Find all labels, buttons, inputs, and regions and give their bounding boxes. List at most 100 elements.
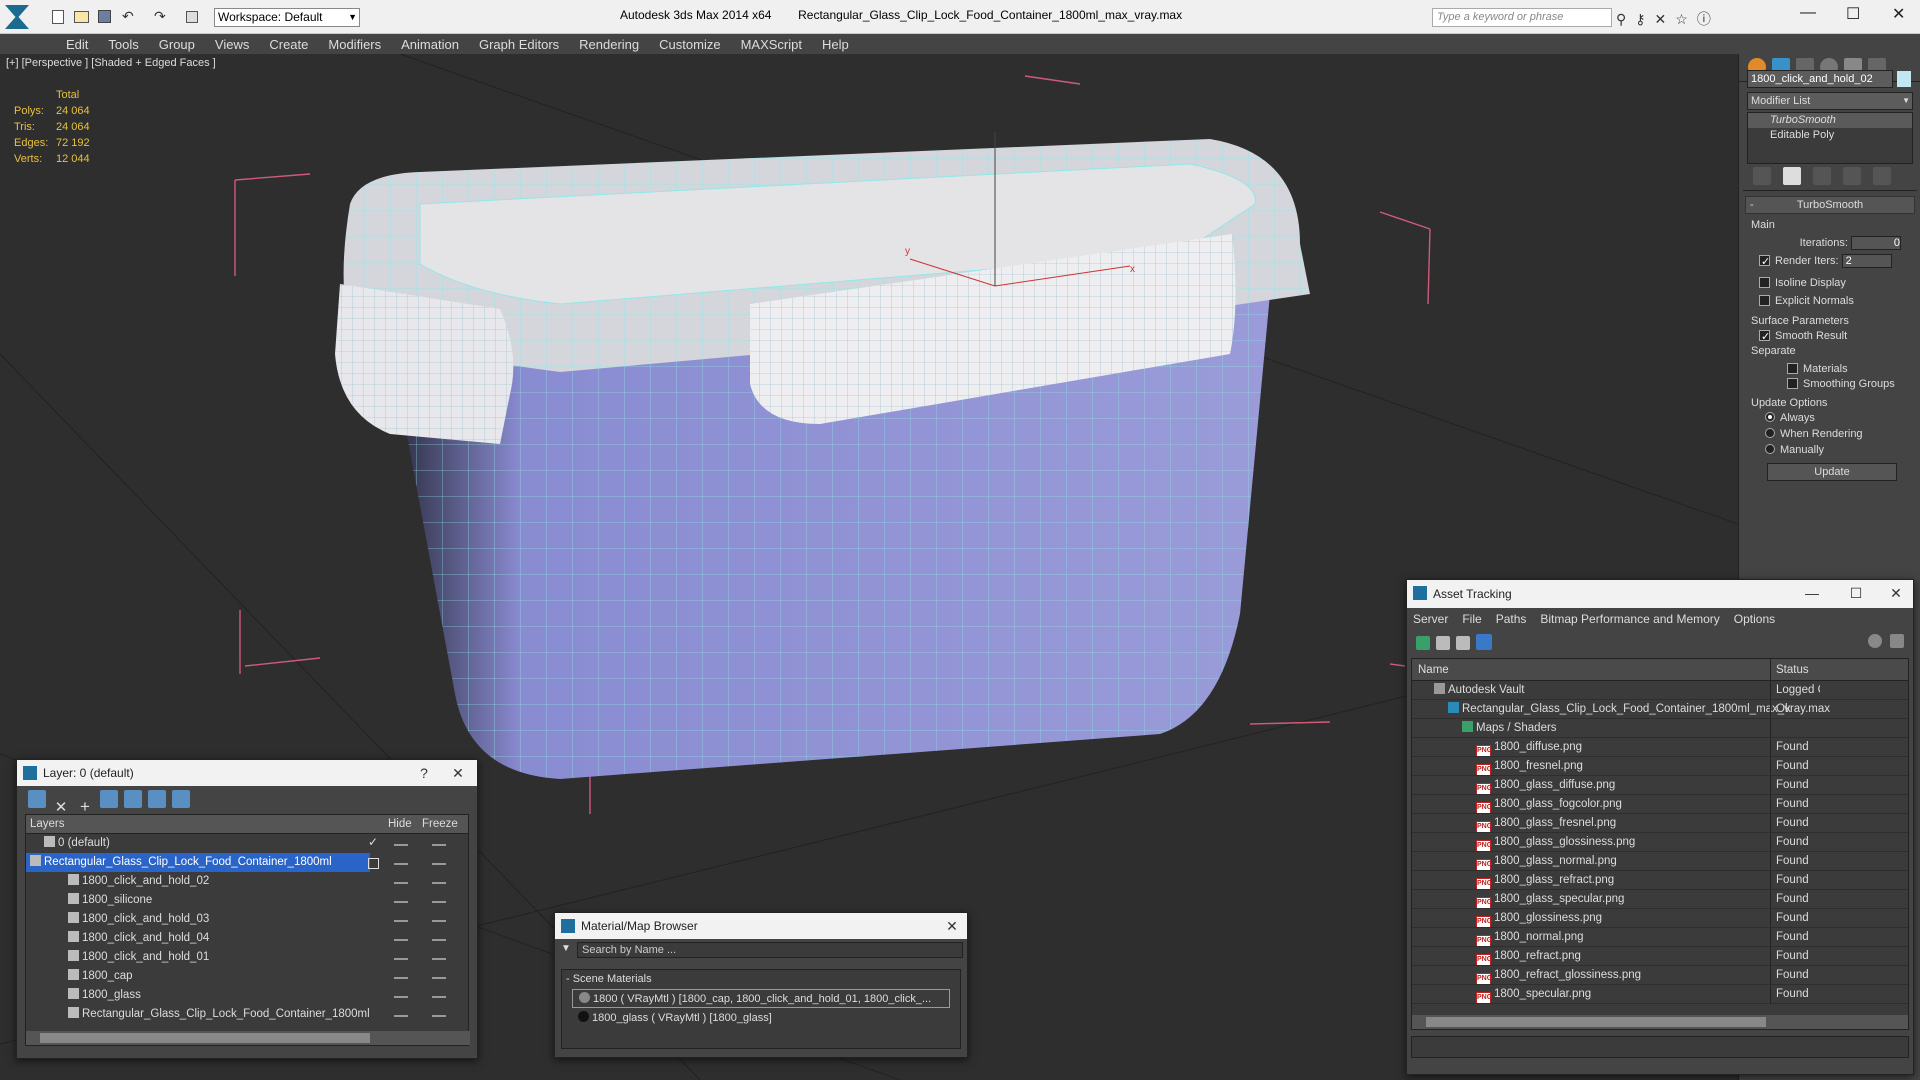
asset-row[interactable]: PNG 1800_glass_specular.png Found — [1412, 890, 1908, 909]
asset-row[interactable]: Maps / Shaders — [1412, 719, 1908, 738]
freeze-toggle[interactable] — [432, 844, 446, 846]
explicit-normals-checkbox[interactable] — [1759, 295, 1770, 306]
current-layer-check-icon[interactable]: ✓ — [368, 835, 378, 849]
asset-row[interactable]: PNG 1800_glass_diffuse.png Found — [1412, 776, 1908, 795]
asset-menu-options[interactable]: Options — [1734, 612, 1775, 626]
render-iters-checkbox[interactable] — [1759, 253, 1770, 271]
asset-row[interactable]: PNG 1800_glass_fresnel.png Found — [1412, 814, 1908, 833]
scene-materials-header[interactable]: - Scene Materials — [562, 970, 960, 989]
freeze-toggle[interactable] — [432, 977, 446, 979]
stack-item-turbosmooth[interactable]: TurboSmooth — [1748, 113, 1912, 128]
hide-toggle[interactable] — [394, 863, 408, 865]
search-input[interactable]: Type a keyword or phrase — [1432, 8, 1612, 27]
star-icon[interactable]: ☆ — [1675, 11, 1697, 27]
hide-toggle[interactable] — [394, 939, 408, 941]
object-name-field[interactable]: 1800_click_and_hold_02 — [1747, 70, 1893, 88]
make-unique-icon[interactable] — [1813, 167, 1831, 185]
asset-row[interactable]: PNG 1800_glass_fogcolor.png Found — [1412, 795, 1908, 814]
add-selection-icon[interactable] — [368, 858, 379, 869]
asset-row[interactable]: PNG 1800_specular.png Found — [1412, 985, 1908, 1004]
show-end-result-icon[interactable] — [1783, 167, 1801, 185]
pin-stack-icon[interactable] — [1753, 167, 1771, 185]
menu-tools[interactable]: Tools — [98, 34, 148, 55]
layer-row[interactable]: Rectangular_Glass_Clip_Lock_Food_Contain… — [26, 853, 370, 872]
asset-row[interactable]: Rectangular_Glass_Clip_Lock_Food_Contain… — [1412, 700, 1908, 719]
help-icon[interactable]: ⓘ — [1697, 11, 1720, 27]
menu-help[interactable]: Help — [812, 34, 859, 55]
menu-rendering[interactable]: Rendering — [569, 34, 649, 55]
menu-maxscript[interactable]: MAXScript — [731, 34, 812, 55]
manually-radio[interactable] — [1765, 444, 1775, 454]
menu-customize[interactable]: Customize — [649, 34, 730, 55]
minimize-button[interactable]: — — [1800, 4, 1816, 22]
hide-toggle[interactable] — [394, 977, 408, 979]
asset-row[interactable]: PNG 1800_normal.png Found — [1412, 928, 1908, 947]
hide-toggle[interactable] — [394, 1015, 408, 1017]
hide-all-icon[interactable] — [148, 790, 166, 808]
table-view-icon[interactable] — [1476, 634, 1492, 650]
asset-row[interactable]: PNG 1800_glass_normal.png Found — [1412, 852, 1908, 871]
menu-create[interactable]: Create — [259, 34, 318, 55]
update-button[interactable]: Update — [1767, 463, 1897, 481]
asset-row[interactable]: PNG 1800_fresnel.png Found — [1412, 757, 1908, 776]
menu-graph-editors[interactable]: Graph Editors — [469, 34, 569, 55]
render-iters-spinner[interactable]: 2 — [1841, 254, 1892, 269]
close-button[interactable]: ✕ — [445, 760, 471, 786]
asset-row[interactable]: PNG 1800_refract.png Found — [1412, 947, 1908, 966]
help-icon[interactable] — [1868, 634, 1882, 648]
menu-animation[interactable]: Animation — [391, 34, 469, 55]
isoline-display-checkbox[interactable] — [1759, 277, 1770, 288]
search-by-name-input[interactable]: Search by Name ... — [577, 942, 963, 958]
asset-menu-file[interactable]: File — [1462, 612, 1481, 626]
hide-toggle[interactable] — [394, 958, 408, 960]
asset-row[interactable]: PNG 1800_glass_glossiness.png Found — [1412, 833, 1908, 852]
hide-toggle[interactable] — [394, 996, 408, 998]
freeze-toggle[interactable] — [432, 901, 446, 903]
redo-icon[interactable]: ↷ — [154, 8, 166, 25]
save-file-icon[interactable] — [98, 10, 111, 23]
project-folder-icon[interactable] — [186, 11, 198, 23]
maximize-button[interactable]: ☐ — [1846, 4, 1860, 24]
workspace-dropdown[interactable]: Workspace: Default ▼ — [214, 8, 360, 27]
object-color-swatch[interactable] — [1897, 71, 1911, 87]
material-item[interactable]: 1800_glass ( VRayMtl ) [1800_glass] — [572, 1009, 950, 1028]
freeze-toggle[interactable] — [432, 863, 446, 865]
turbosmooth-rollout-header[interactable]: - TurboSmooth — [1745, 196, 1915, 214]
smooth-result-checkbox[interactable] — [1759, 328, 1770, 346]
always-radio[interactable] — [1765, 412, 1775, 422]
menu-views[interactable]: Views — [205, 34, 259, 55]
smoothing-groups-checkbox[interactable] — [1787, 378, 1798, 389]
asset-menu-paths[interactable]: Paths — [1496, 612, 1527, 626]
stack-item-editable-poly[interactable]: Editable Poly — [1748, 128, 1912, 143]
asset-row[interactable]: Autodesk Vault Logged C — [1412, 681, 1908, 700]
undo-icon[interactable]: ↶ — [122, 8, 134, 25]
hide-toggle[interactable] — [394, 920, 408, 922]
freeze-toggle[interactable] — [432, 939, 446, 941]
help-button[interactable]: ? — [411, 760, 437, 786]
open-file-icon[interactable] — [74, 11, 89, 23]
highlight-selected-icon[interactable] — [124, 790, 142, 808]
asset-row[interactable]: PNG 1800_glossiness.png Found — [1412, 909, 1908, 928]
freeze-toggle[interactable] — [432, 920, 446, 922]
asset-row[interactable]: PNG 1800_glass_refract.png Found — [1412, 871, 1908, 890]
freeze-toggle[interactable] — [432, 1015, 446, 1017]
key-icon[interactable]: ⚷ — [1635, 11, 1654, 27]
new-file-icon[interactable] — [52, 10, 64, 24]
modifier-list-dropdown[interactable]: Modifier List ▼ — [1747, 92, 1913, 110]
iterations-spinner[interactable]: 0 — [1851, 236, 1901, 251]
freeze-toggle[interactable] — [432, 996, 446, 998]
refresh-icon[interactable] — [1416, 636, 1430, 650]
hide-toggle[interactable] — [394, 844, 408, 846]
close-button[interactable]: ✕ — [1892, 4, 1905, 24]
material-browser-title-bar[interactable]: Material/Map Browser ✕ — [555, 913, 967, 939]
freeze-toggle[interactable] — [432, 882, 446, 884]
app-logo-icon[interactable] — [5, 5, 29, 29]
asset-tracking-title-bar[interactable]: Asset Tracking — ☐ ✕ — [1407, 580, 1913, 608]
materials-checkbox[interactable] — [1787, 363, 1798, 374]
remove-modifier-icon[interactable] — [1843, 167, 1861, 185]
menu-modifiers[interactable]: Modifiers — [318, 34, 391, 55]
layer-window-title-bar[interactable]: Layer: 0 (default) ? ✕ — [17, 760, 477, 786]
when-rendering-radio[interactable] — [1765, 428, 1775, 438]
asset-menu-bitmap[interactable]: Bitmap Performance and Memory — [1540, 612, 1719, 626]
close-button[interactable]: ✕ — [939, 913, 965, 939]
